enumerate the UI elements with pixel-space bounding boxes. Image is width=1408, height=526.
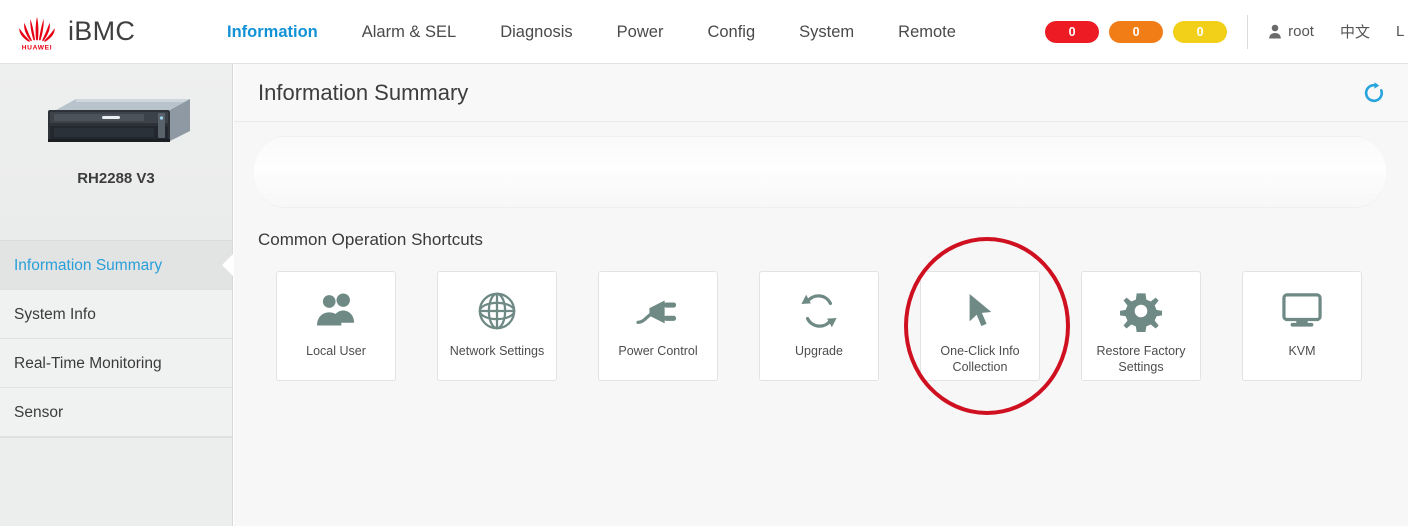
critical-alarm-badge[interactable]: 0 [1045, 20, 1100, 43]
alarm-badges: 0 0 0 [1045, 20, 1228, 43]
sidebar-item-label: System Info [14, 306, 96, 323]
shortcut-one-click-info-collection[interactable]: One-Click Info Collection [920, 271, 1040, 381]
rack-server-image [40, 88, 192, 154]
nav-item-system[interactable]: System [777, 0, 876, 64]
shortcut-tiles: Local User Network Settings Power Contro… [276, 237, 1408, 415]
nav-item-power[interactable]: Power [595, 0, 686, 64]
users-icon [313, 288, 359, 334]
shortcut-power-control[interactable]: Power Control [598, 271, 718, 381]
sidebar-menu: Information Summary System Info Real-Tim… [0, 240, 233, 438]
header-right: 0 0 0 root 中文 L [1045, 0, 1408, 64]
gear-icon [1118, 288, 1164, 334]
main-navigation: Information Alarm & SEL Diagnosis Power … [205, 0, 978, 64]
shortcut-label: KVM [1288, 344, 1316, 358]
device-panel: RH2288 V3 [0, 64, 232, 240]
refresh-arrows-icon [796, 288, 842, 334]
collapsed-summary-panel [254, 136, 1386, 208]
cursor-arrow-icon [957, 288, 1003, 334]
sidebar-item-label: Information Summary [14, 257, 163, 274]
monitor-icon [1279, 288, 1325, 334]
shortcut-label: Network Settings [449, 344, 545, 358]
shortcut-kvm[interactable]: KVM [1242, 271, 1362, 381]
shortcut-label: Local User [306, 344, 366, 358]
page-title: Information Summary [258, 79, 469, 105]
sidebar-item-label: Real-Time Monitoring [14, 355, 162, 372]
shortcut-restore-factory-settings[interactable]: Restore Factory Settings [1081, 271, 1201, 381]
sidebar-menu-divider [0, 437, 232, 438]
svg-text:HUAWEI: HUAWEI [22, 44, 53, 51]
refresh-icon[interactable] [1362, 81, 1386, 105]
sidebar-item-label: Sensor [14, 404, 64, 421]
nav-item-diagnosis[interactable]: Diagnosis [478, 0, 594, 64]
sidebar-item-real-time-monitoring[interactable]: Real-Time Monitoring [0, 339, 232, 388]
nav-item-alarm-and-sel[interactable]: Alarm & SEL [340, 0, 478, 64]
shortcut-local-user[interactable]: Local User [276, 271, 396, 381]
shortcut-label: Power Control [618, 344, 698, 358]
page-header: Information Summary [234, 64, 1408, 122]
shortcut-label: One-Click Info Collection [940, 344, 1020, 374]
app-header: HUAWEI iBMC Information Alarm & SEL Diag… [0, 0, 1408, 64]
shortcut-upgrade[interactable]: Upgrade [759, 271, 879, 381]
brand: HUAWEI iBMC [0, 12, 205, 52]
shortcut-label: Upgrade [795, 344, 843, 358]
header-divider [1247, 14, 1249, 49]
logout-link[interactable]: L [1396, 23, 1408, 40]
sidebar-item-information-summary[interactable]: Information Summary [0, 241, 233, 290]
sidebar: RH2288 V3 Information Summary System Inf… [0, 64, 233, 526]
user-icon [1268, 24, 1282, 39]
language-switch[interactable]: 中文 [1340, 21, 1370, 42]
main-content: Information Summary Common Operation Sho… [234, 64, 1408, 526]
nav-item-remote[interactable]: Remote [876, 0, 978, 64]
app-name: iBMC [68, 16, 136, 46]
nav-item-config[interactable]: Config [685, 0, 777, 64]
power-plug-icon [635, 288, 681, 334]
section-title: Common Operation Shortcuts [258, 230, 483, 249]
nav-item-information[interactable]: Information [205, 0, 340, 64]
shortcut-network-settings[interactable]: Network Settings [437, 271, 557, 381]
major-alarm-badge[interactable]: 0 [1109, 20, 1164, 43]
user-menu[interactable]: root [1268, 23, 1314, 40]
shortcut-label: Restore Factory Settings [1096, 344, 1186, 374]
minor-alarm-badge[interactable]: 0 [1173, 20, 1228, 43]
huawei-flower-logo: HUAWEI [10, 12, 64, 52]
sidebar-item-system-info[interactable]: System Info [0, 290, 232, 339]
globe-icon [474, 288, 520, 334]
username-label: root [1288, 23, 1314, 40]
device-name: RH2288 V3 [77, 170, 155, 187]
sidebar-item-sensor[interactable]: Sensor [0, 388, 232, 437]
